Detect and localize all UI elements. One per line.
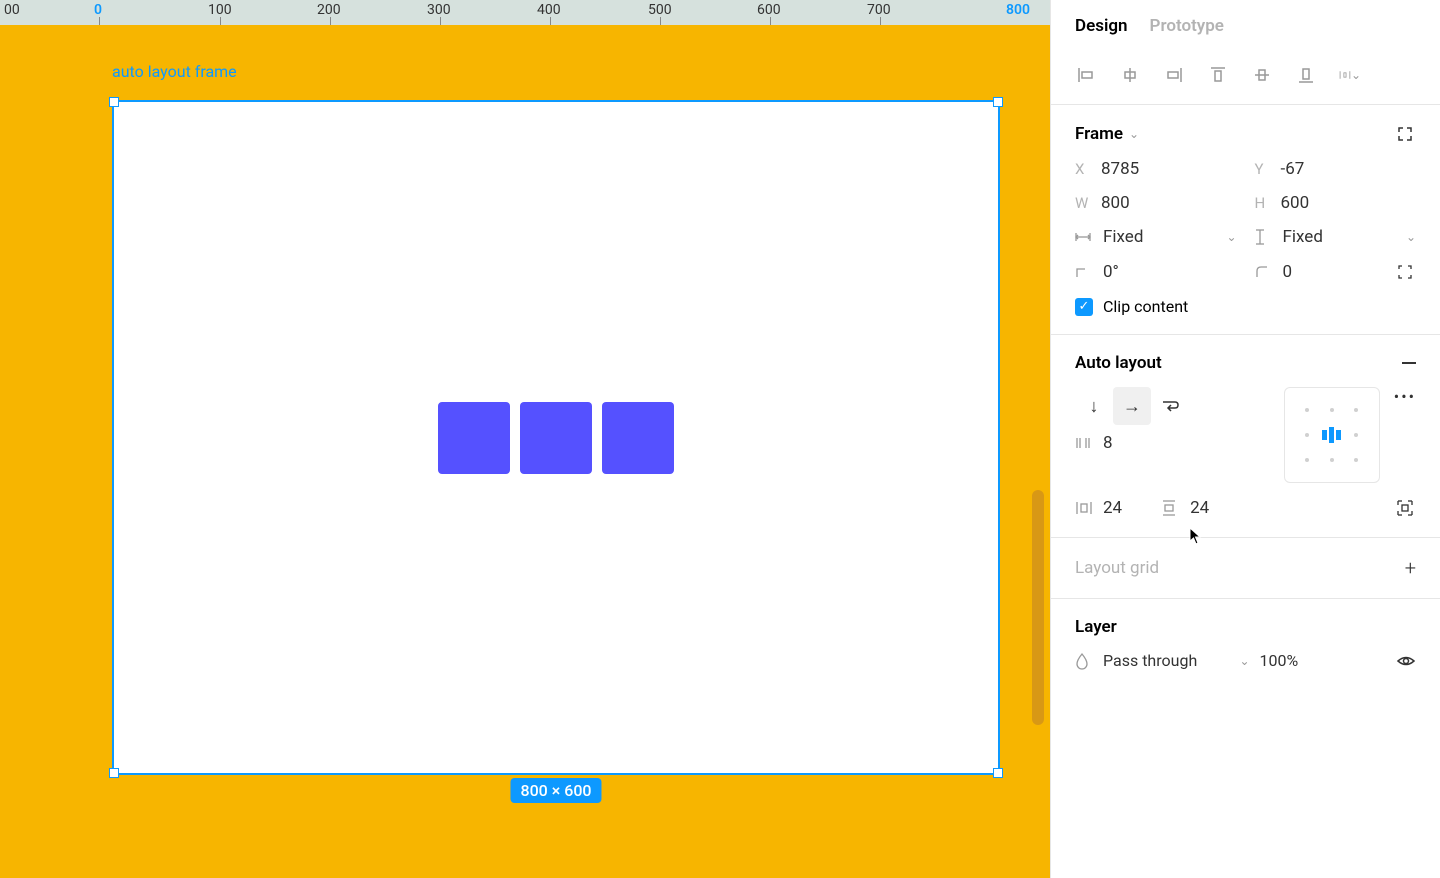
auto-layout-more-icon[interactable]: ••• [1394, 387, 1416, 406]
direction-wrap-button[interactable] [1151, 387, 1189, 425]
rectangle-child[interactable] [520, 402, 592, 474]
gap-input[interactable]: 8 [1103, 433, 1189, 453]
ruler-tick: 300 [427, 2, 451, 18]
frame-section-title[interactable]: Frame [1075, 124, 1123, 144]
ruler-tick: 200 [317, 2, 341, 18]
clip-content-checkbox[interactable]: ✓ [1075, 298, 1093, 316]
align-bottom-icon[interactable] [1295, 64, 1317, 86]
blend-mode-icon [1075, 652, 1093, 670]
padding-h-icon [1075, 501, 1093, 515]
alignment-bar: ⌄ [1051, 52, 1440, 104]
layout-grid-title: Layout grid [1075, 558, 1159, 578]
chevron-down-icon[interactable]: ⌄ [1239, 654, 1249, 668]
resize-to-fit-icon[interactable] [1394, 123, 1416, 145]
ruler-tick: 500 [648, 2, 672, 18]
distribute-icon[interactable]: ⌄ [1339, 64, 1361, 86]
align-vcenter-icon[interactable] [1251, 64, 1273, 86]
ruler-tick: 100 [208, 2, 232, 18]
clip-content-label: Clip content [1103, 297, 1188, 316]
auto-layout-section: Auto layout ↓ → 8 [1051, 334, 1440, 537]
selection-dimensions-badge: 800 × 600 [510, 778, 601, 803]
w-input[interactable]: 800 [1101, 193, 1237, 213]
rectangle-child[interactable] [602, 402, 674, 474]
layout-grid-section: Layout grid + [1051, 537, 1440, 598]
y-input[interactable]: -67 [1281, 159, 1417, 179]
blend-mode-select[interactable]: Pass through [1103, 651, 1229, 670]
layer-title: Layer [1075, 617, 1117, 637]
individual-padding-icon[interactable] [1394, 497, 1416, 519]
selected-frame[interactable]: 800 × 600 [112, 100, 1000, 775]
direction-horizontal-button[interactable]: → [1113, 387, 1151, 425]
h-label: H [1255, 194, 1271, 212]
frame-name-label[interactable]: auto layout frame [112, 62, 237, 81]
w-label: W [1075, 194, 1091, 212]
gap-icon [1075, 436, 1093, 450]
ruler-horizontal: 00 0 100 200 300 400 500 600 700 800 [0, 0, 1050, 25]
chevron-down-icon[interactable]: ⌄ [1129, 127, 1139, 141]
tab-prototype[interactable]: Prototype [1150, 16, 1224, 36]
align-left-icon[interactable] [1075, 64, 1097, 86]
direction-vertical-button[interactable]: ↓ [1075, 387, 1113, 425]
rotation-icon [1075, 265, 1093, 279]
x-input[interactable]: 8785 [1101, 159, 1237, 179]
resize-handle-bottom-right[interactable] [993, 768, 1003, 778]
cursor-icon [1189, 527, 1203, 545]
align-right-icon[interactable] [1163, 64, 1185, 86]
h-input[interactable]: 600 [1281, 193, 1417, 213]
padding-v-icon [1162, 499, 1180, 517]
h-sizing-select[interactable]: Fixed [1103, 227, 1216, 247]
vertical-constraint-icon [1255, 229, 1273, 245]
align-top-icon[interactable] [1207, 64, 1229, 86]
ruler-tick: 400 [537, 2, 561, 18]
y-label: Y [1255, 160, 1271, 178]
ruler-tick: 800 [1006, 2, 1030, 18]
canvas-area[interactable]: 00 0 100 200 300 400 500 600 700 800 aut… [0, 0, 1050, 878]
corner-radius-icon [1255, 265, 1273, 279]
resize-handle-top-right[interactable] [993, 97, 1003, 107]
inspector-panel: Design Prototype ⌄ Frame ⌄ X8785 Y-67 W8… [1050, 0, 1440, 878]
resize-handle-top-left[interactable] [109, 97, 119, 107]
padding-v-input[interactable]: 24 [1190, 498, 1209, 518]
panel-tabs: Design Prototype [1051, 0, 1440, 52]
tab-design[interactable]: Design [1075, 16, 1128, 36]
rectangle-child[interactable] [438, 402, 510, 474]
v-sizing-select[interactable]: Fixed [1283, 227, 1396, 247]
resize-handle-bottom-left[interactable] [109, 768, 119, 778]
add-layout-grid-icon[interactable]: + [1405, 556, 1416, 580]
frame-section: Frame ⌄ X8785 Y-67 W800 H600 Fixed⌄ Fixe… [1051, 104, 1440, 334]
auto-layout-title: Auto layout [1075, 353, 1162, 373]
radius-input[interactable]: 0 [1283, 262, 1385, 282]
x-label: X [1075, 160, 1091, 178]
ruler-tick: 700 [867, 2, 891, 18]
horizontal-constraint-icon [1075, 232, 1093, 242]
individual-corners-icon[interactable] [1394, 261, 1416, 283]
padding-h-input[interactable]: 24 [1103, 498, 1122, 518]
ruler-tick: 00 [4, 2, 20, 18]
layer-section: Layer Pass through ⌄ 100% [1051, 598, 1440, 688]
opacity-input[interactable]: 100% [1260, 651, 1386, 670]
vertical-scrollbar[interactable] [1032, 490, 1044, 725]
align-hcenter-icon[interactable] [1119, 64, 1141, 86]
ruler-tick: 600 [757, 2, 781, 18]
ruler-tick: 0 [94, 2, 102, 18]
rotation-input[interactable]: 0° [1103, 262, 1237, 282]
alignment-box[interactable] [1284, 387, 1380, 483]
alignment-center-indicator [1322, 427, 1341, 443]
visibility-icon[interactable] [1396, 654, 1416, 668]
remove-auto-layout-icon[interactable] [1402, 362, 1416, 364]
